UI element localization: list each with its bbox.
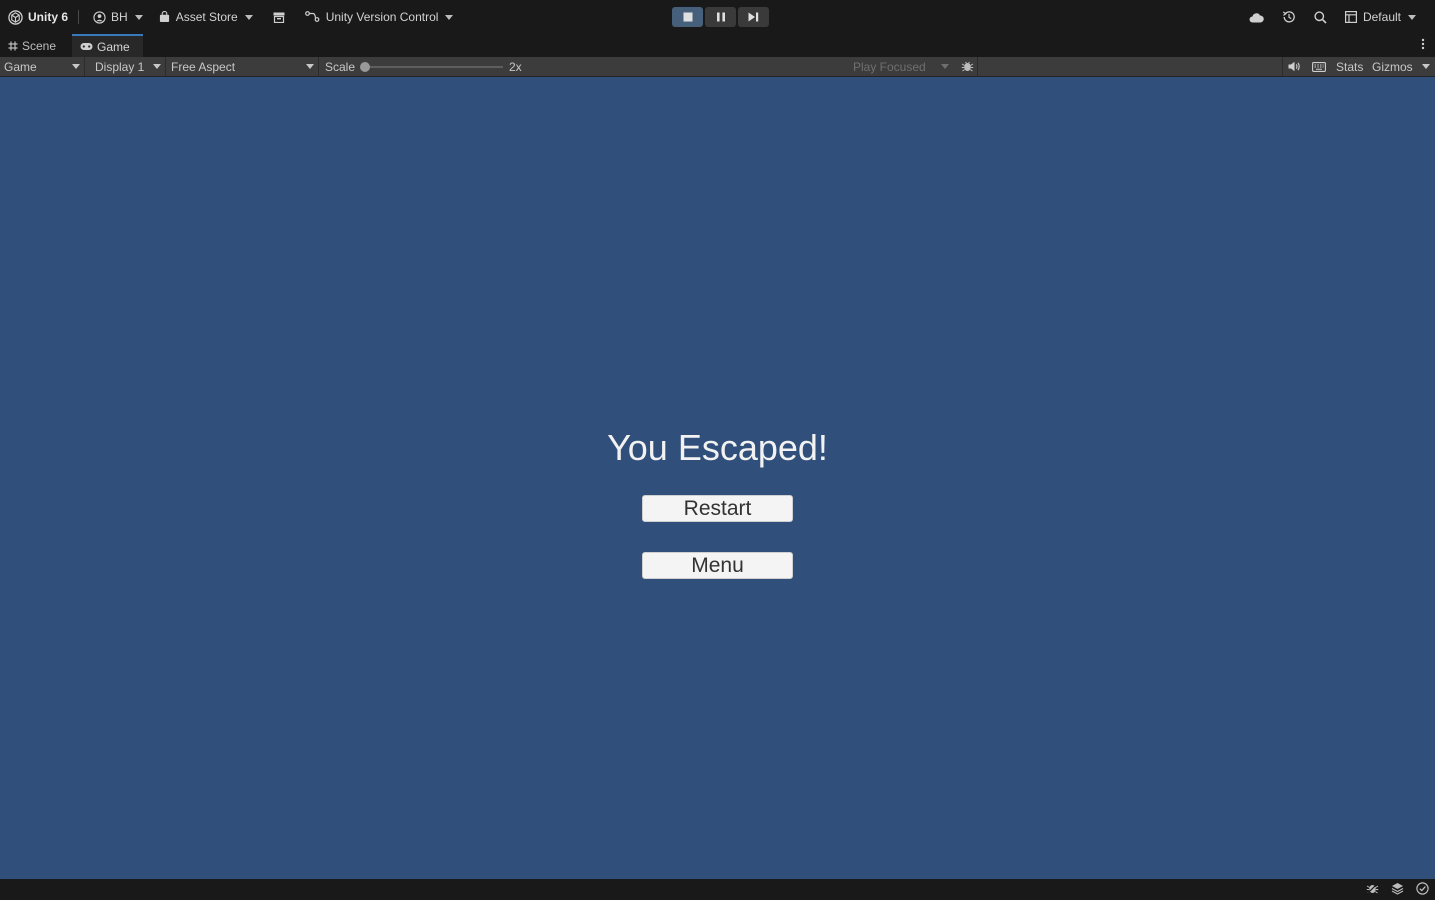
scale-slider-track[interactable]	[368, 66, 503, 68]
play-stop-button[interactable]	[672, 7, 703, 27]
tab-game[interactable]: Game	[72, 34, 143, 57]
view-mode-dropdown[interactable]: Game	[0, 57, 84, 76]
layout-label: Default	[1362, 10, 1401, 24]
debug-bug-icon[interactable]	[1366, 882, 1379, 895]
account-label: BH	[111, 10, 128, 24]
toolbar-divider	[78, 10, 80, 24]
play-mode-dropdown[interactable]: Play Focused	[849, 57, 953, 76]
history-icon	[1282, 11, 1295, 23]
layout-dropdown[interactable]: Default	[1336, 6, 1425, 28]
shopping-bag-icon	[159, 11, 169, 23]
stats-button[interactable]: Stats	[1336, 57, 1363, 76]
unity-menu[interactable]: Unity 6	[0, 6, 74, 28]
asset-store-dropdown[interactable]: Asset Store	[153, 6, 259, 28]
speaker-icon	[1288, 61, 1300, 72]
chevron-down-icon	[445, 14, 454, 20]
gizmos-button[interactable]: Gizmos	[1372, 57, 1413, 76]
account-dropdown[interactable]: BH	[87, 6, 149, 28]
shortcuts-button[interactable]	[1310, 57, 1328, 76]
view-mode-label: Game	[4, 59, 37, 74]
pause-button[interactable]	[705, 7, 736, 27]
check-circle-icon[interactable]	[1416, 882, 1429, 895]
package-box-icon	[273, 12, 285, 23]
game-viewport[interactable]: You Escaped! Restart Menu	[0, 77, 1435, 879]
unity-version-label: Unity 6	[28, 10, 69, 24]
play-mode-label: Play Focused	[853, 59, 926, 74]
user-account-icon	[93, 10, 106, 24]
pause-icon	[716, 12, 725, 22]
stack-layers-icon[interactable]	[1391, 882, 1404, 895]
escape-title: You Escaped!	[607, 427, 828, 468]
chevron-down-icon	[941, 64, 949, 69]
toolbar-right-group: Default	[1240, 6, 1425, 28]
playmode-controls	[672, 7, 769, 27]
chevron-down-icon	[72, 64, 80, 69]
tab-scene-label: Scene	[22, 38, 57, 53]
cloud-button[interactable]	[1240, 6, 1273, 28]
more-options-button[interactable]	[1421, 38, 1425, 53]
status-icons	[1366, 882, 1429, 895]
gizmos-dropdown[interactable]	[1418, 57, 1434, 76]
toolbar-divider	[318, 57, 319, 76]
keyboard-icon	[1312, 61, 1326, 72]
aspect-dropdown[interactable]: Free Aspect	[166, 57, 318, 76]
view-tab-bar: Scene Game	[0, 34, 1435, 57]
grid-hash-icon	[8, 41, 18, 50]
scale-label: Scale	[325, 59, 356, 74]
undo-history-button[interactable]	[1273, 6, 1305, 28]
tab-game-label: Game	[97, 39, 130, 54]
status-bar	[0, 879, 1435, 900]
gamepad-icon	[80, 43, 93, 50]
version-control-label: Unity Version Control	[325, 10, 439, 24]
stop-icon	[683, 12, 692, 22]
chevron-down-icon	[1408, 14, 1416, 20]
frame-debugger-button[interactable]	[958, 57, 976, 76]
package-button[interactable]	[267, 6, 291, 28]
game-view-toolbar: Game Display 1 Free Aspect Scale 2x Play…	[0, 57, 1435, 77]
search-icon	[1314, 10, 1327, 24]
asset-store-label: Asset Store	[175, 10, 238, 24]
scale-slider-thumb[interactable]	[360, 62, 370, 72]
step-button[interactable]	[738, 7, 769, 27]
unity-logo-icon	[8, 9, 23, 25]
cloud-icon	[1249, 12, 1264, 22]
toolbar-divider	[1282, 57, 1283, 76]
layout-icon	[1344, 11, 1357, 23]
chevron-down-icon	[1422, 64, 1430, 69]
display-label: Display 1	[95, 59, 145, 74]
version-control-dropdown[interactable]: Unity Version Control	[299, 6, 460, 28]
tab-scene[interactable]: Scene	[0, 34, 72, 57]
step-forward-icon	[748, 12, 759, 22]
kebab-menu-icon	[1421, 38, 1425, 50]
scale-value: 2x	[509, 59, 522, 74]
display-dropdown[interactable]: Display 1	[85, 57, 165, 76]
chevron-down-icon	[244, 14, 253, 20]
chevron-down-icon	[306, 64, 314, 69]
search-button[interactable]	[1305, 6, 1336, 28]
aspect-label: Free Aspect	[171, 59, 236, 74]
branch-icon	[304, 11, 320, 22]
mute-audio-button[interactable]	[1285, 57, 1303, 76]
restart-button[interactable]: Restart	[642, 495, 793, 522]
toolbar-divider	[977, 57, 978, 76]
chevron-down-icon	[134, 14, 143, 20]
main-toolbar: Unity 6 BH Asset Store Unity Version Con…	[0, 0, 1435, 34]
chevron-down-icon	[153, 64, 161, 69]
menu-button[interactable]: Menu	[642, 552, 793, 579]
bug-icon	[961, 61, 973, 72]
